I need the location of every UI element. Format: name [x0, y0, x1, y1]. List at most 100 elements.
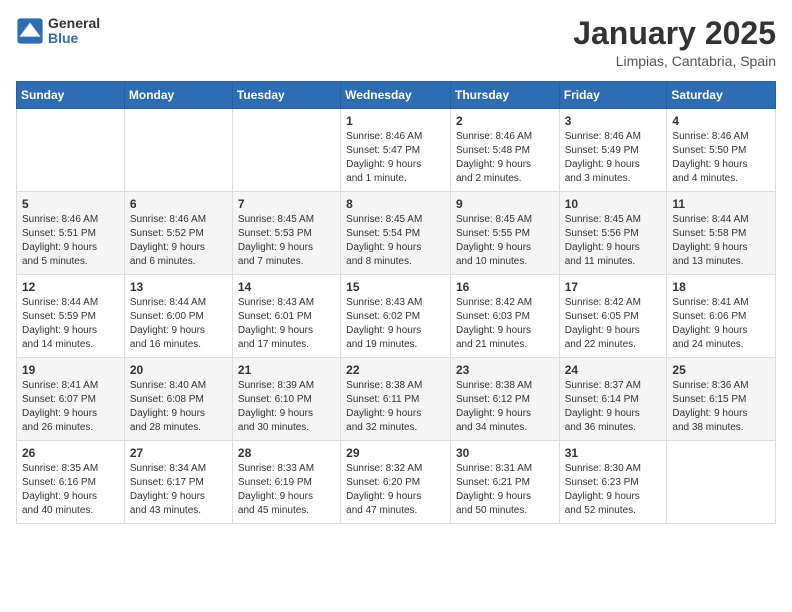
day-number: 12	[22, 280, 119, 294]
day-info: Sunrise: 8:46 AM Sunset: 5:51 PM Dayligh…	[22, 213, 119, 269]
day-cell: 14Sunrise: 8:43 AM Sunset: 6:01 PM Dayli…	[232, 275, 340, 358]
weekday-sunday: Sunday	[17, 82, 125, 109]
week-row-1: 1Sunrise: 8:46 AM Sunset: 5:47 PM Daylig…	[17, 109, 776, 192]
day-info: Sunrise: 8:35 AM Sunset: 6:16 PM Dayligh…	[22, 462, 119, 518]
day-number: 23	[456, 363, 554, 377]
day-number: 26	[22, 446, 119, 460]
day-cell: 5Sunrise: 8:46 AM Sunset: 5:51 PM Daylig…	[17, 192, 125, 275]
day-number: 16	[456, 280, 554, 294]
weekday-header-row: SundayMondayTuesdayWednesdayThursdayFrid…	[17, 82, 776, 109]
day-info: Sunrise: 8:41 AM Sunset: 6:07 PM Dayligh…	[22, 379, 119, 435]
day-number: 15	[346, 280, 445, 294]
day-info: Sunrise: 8:40 AM Sunset: 6:08 PM Dayligh…	[130, 379, 227, 435]
location-title: Limpias, Cantabria, Spain	[573, 53, 776, 69]
day-cell	[667, 441, 776, 524]
day-cell	[232, 109, 340, 192]
day-info: Sunrise: 8:44 AM Sunset: 5:59 PM Dayligh…	[22, 296, 119, 352]
day-info: Sunrise: 8:41 AM Sunset: 6:06 PM Dayligh…	[672, 296, 770, 352]
day-cell	[17, 109, 125, 192]
day-number: 10	[565, 197, 662, 211]
day-cell: 11 Sunrise: 8:44 AM Sunset: 5:58 PM Dayli…	[667, 192, 776, 275]
day-number: 30	[456, 446, 554, 460]
page-header: General Blue January 2025 Limpias, Canta…	[16, 16, 776, 69]
day-info: Sunrise: 8:46 AM Sunset: 5:47 PM Dayligh…	[346, 130, 445, 186]
day-cell: 16 Sunrise: 8:42 AM Sunset: 6:03 PM Dayli…	[450, 275, 559, 358]
day-info: Sunrise: 8:34 AM Sunset: 6:17 PM Dayligh…	[130, 462, 227, 518]
day-number: 11	[672, 197, 770, 211]
week-row-4: 19 Sunrise: 8:41 AM Sunset: 6:07 PM Dayli…	[17, 358, 776, 441]
day-cell: 25Sunrise: 8:36 AM Sunset: 6:15 PM Dayli…	[667, 358, 776, 441]
weekday-tuesday: Tuesday	[232, 82, 340, 109]
week-row-2: 5Sunrise: 8:46 AM Sunset: 5:51 PM Daylig…	[17, 192, 776, 275]
day-number: 22	[346, 363, 445, 377]
day-number: 6	[130, 197, 227, 211]
weekday-thursday: Thursday	[450, 82, 559, 109]
day-cell: 27 Sunrise: 8:34 AM Sunset: 6:17 PM Dayli…	[124, 441, 232, 524]
day-info: Sunrise: 8:46 AM Sunset: 5:50 PM Dayligh…	[672, 130, 770, 186]
day-cell: 26 Sunrise: 8:35 AM Sunset: 6:16 PM Dayli…	[17, 441, 125, 524]
day-info: Sunrise: 8:30 AM Sunset: 6:23 PM Dayligh…	[565, 462, 662, 518]
day-number: 29	[346, 446, 445, 460]
day-cell: 1Sunrise: 8:46 AM Sunset: 5:47 PM Daylig…	[341, 109, 451, 192]
week-row-3: 12 Sunrise: 8:44 AM Sunset: 5:59 PM Dayli…	[17, 275, 776, 358]
day-number: 18	[672, 280, 770, 294]
day-cell	[124, 109, 232, 192]
day-cell: 3Sunrise: 8:46 AM Sunset: 5:49 PM Daylig…	[559, 109, 667, 192]
day-cell: 17 Sunrise: 8:42 AM Sunset: 6:05 PM Dayli…	[559, 275, 667, 358]
day-info: Sunrise: 8:31 AM Sunset: 6:21 PM Dayligh…	[456, 462, 554, 518]
day-number: 19	[22, 363, 119, 377]
day-number: 4	[672, 114, 770, 128]
logo: General Blue	[16, 16, 100, 47]
day-info: Sunrise: 8:44 AM Sunset: 6:00 PM Dayligh…	[130, 296, 227, 352]
day-info: Sunrise: 8:45 AM Sunset: 5:56 PM Dayligh…	[565, 213, 662, 269]
day-number: 3	[565, 114, 662, 128]
day-number: 13	[130, 280, 227, 294]
day-cell: 12 Sunrise: 8:44 AM Sunset: 5:59 PM Dayli…	[17, 275, 125, 358]
day-number: 28	[238, 446, 335, 460]
day-cell: 24 Sunrise: 8:37 AM Sunset: 6:14 PM Dayli…	[559, 358, 667, 441]
day-info: Sunrise: 8:46 AM Sunset: 5:52 PM Dayligh…	[130, 213, 227, 269]
day-info: Sunrise: 8:32 AM Sunset: 6:20 PM Dayligh…	[346, 462, 445, 518]
day-number: 7	[238, 197, 335, 211]
day-info: Sunrise: 8:42 AM Sunset: 6:05 PM Dayligh…	[565, 296, 662, 352]
day-cell: 8Sunrise: 8:45 AM Sunset: 5:54 PM Daylig…	[341, 192, 451, 275]
weekday-friday: Friday	[559, 82, 667, 109]
day-info: Sunrise: 8:46 AM Sunset: 5:48 PM Dayligh…	[456, 130, 554, 186]
day-cell: 20Sunrise: 8:40 AM Sunset: 6:08 PM Dayli…	[124, 358, 232, 441]
day-cell: 19 Sunrise: 8:41 AM Sunset: 6:07 PM Dayli…	[17, 358, 125, 441]
weekday-wednesday: Wednesday	[341, 82, 451, 109]
day-info: Sunrise: 8:37 AM Sunset: 6:14 PM Dayligh…	[565, 379, 662, 435]
day-number: 24	[565, 363, 662, 377]
day-cell: 31 Sunrise: 8:30 AM Sunset: 6:23 PM Dayli…	[559, 441, 667, 524]
day-number: 9	[456, 197, 554, 211]
day-number: 2	[456, 114, 554, 128]
day-info: Sunrise: 8:45 AM Sunset: 5:53 PM Dayligh…	[238, 213, 335, 269]
day-info: Sunrise: 8:38 AM Sunset: 6:11 PM Dayligh…	[346, 379, 445, 435]
day-cell: 7 Sunrise: 8:45 AM Sunset: 5:53 PM Daylig…	[232, 192, 340, 275]
day-number: 17	[565, 280, 662, 294]
day-cell: 4 Sunrise: 8:46 AM Sunset: 5:50 PM Daylig…	[667, 109, 776, 192]
day-number: 21	[238, 363, 335, 377]
day-info: Sunrise: 8:36 AM Sunset: 6:15 PM Dayligh…	[672, 379, 770, 435]
day-cell: 21Sunrise: 8:39 AM Sunset: 6:10 PM Dayli…	[232, 358, 340, 441]
day-number: 31	[565, 446, 662, 460]
day-cell: 18 Sunrise: 8:41 AM Sunset: 6:06 PM Dayli…	[667, 275, 776, 358]
day-info: Sunrise: 8:44 AM Sunset: 5:58 PM Dayligh…	[672, 213, 770, 269]
calendar-table: SundayMondayTuesdayWednesdayThursdayFrid…	[16, 81, 776, 524]
day-cell: 29 Sunrise: 8:32 AM Sunset: 6:20 PM Dayli…	[341, 441, 451, 524]
day-cell: 10 Sunrise: 8:45 AM Sunset: 5:56 PM Dayli…	[559, 192, 667, 275]
weekday-saturday: Saturday	[667, 82, 776, 109]
day-cell: 15 Sunrise: 8:43 AM Sunset: 6:02 PM Dayli…	[341, 275, 451, 358]
week-row-5: 26 Sunrise: 8:35 AM Sunset: 6:16 PM Dayli…	[17, 441, 776, 524]
day-info: Sunrise: 8:42 AM Sunset: 6:03 PM Dayligh…	[456, 296, 554, 352]
day-info: Sunrise: 8:33 AM Sunset: 6:19 PM Dayligh…	[238, 462, 335, 518]
day-number: 27	[130, 446, 227, 460]
day-info: Sunrise: 8:43 AM Sunset: 6:01 PM Dayligh…	[238, 296, 335, 352]
day-info: Sunrise: 8:38 AM Sunset: 6:12 PM Dayligh…	[456, 379, 554, 435]
day-info: Sunrise: 8:45 AM Sunset: 5:55 PM Dayligh…	[456, 213, 554, 269]
title-area: January 2025 Limpias, Cantabria, Spain	[573, 16, 776, 69]
day-info: Sunrise: 8:45 AM Sunset: 5:54 PM Dayligh…	[346, 213, 445, 269]
day-cell: 30 Sunrise: 8:31 AM Sunset: 6:21 PM Dayli…	[450, 441, 559, 524]
day-info: Sunrise: 8:43 AM Sunset: 6:02 PM Dayligh…	[346, 296, 445, 352]
logo-text-general: General	[48, 16, 100, 31]
